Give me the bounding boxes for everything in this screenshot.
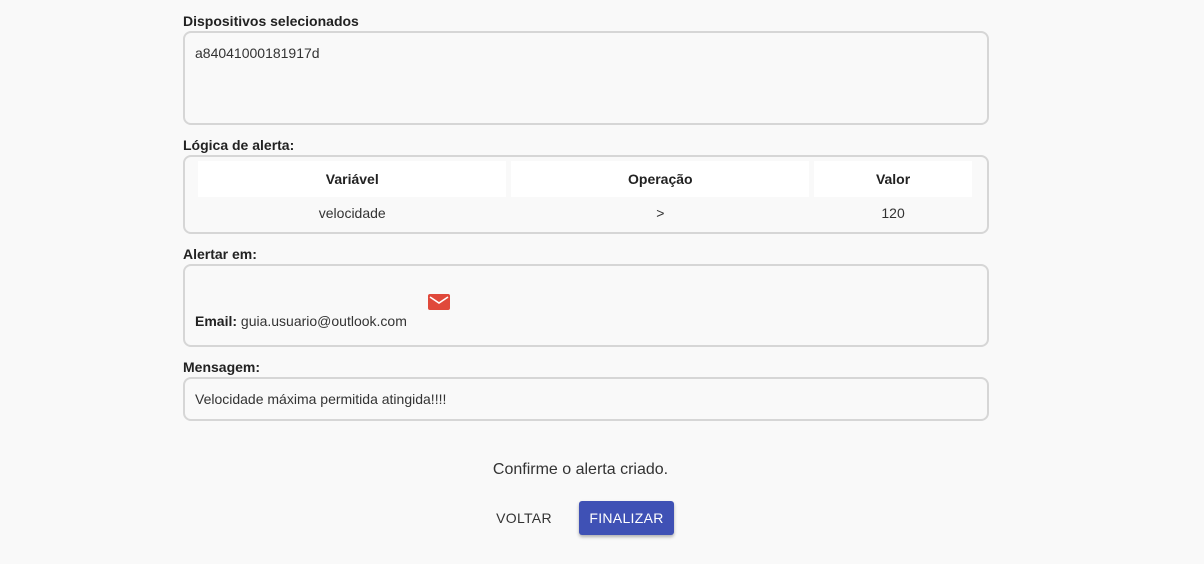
logic-box: Variável Operação Valor velocidade > 120	[183, 155, 989, 234]
col-header-value: Valor	[814, 161, 972, 197]
email-label: Email:	[195, 313, 238, 329]
alert-in-box: Email: guia.usuario@outlook.com	[183, 264, 989, 347]
cell-variable: velocidade	[318, 205, 386, 221]
table-row: velocidade > 120	[198, 197, 972, 229]
cell-operation: >	[656, 205, 665, 221]
email-icon	[428, 294, 450, 310]
devices-box: a84041000181917d	[183, 31, 989, 125]
email-line: Email: guia.usuario@outlook.com	[195, 313, 407, 329]
logic-header-row: Variável Operação Valor	[198, 161, 972, 197]
col-header-operation: Operação	[511, 161, 810, 197]
devices-label: Dispositivos selecionados	[183, 13, 359, 29]
confirm-text: Confirme o alerta criado.	[492, 461, 669, 478]
logic-label: Lógica de alerta:	[183, 137, 295, 153]
col-header-variable: Variável	[198, 161, 507, 197]
message-text: Velocidade máxima permitida atingida!!!!	[195, 391, 447, 407]
cell-value: 120	[881, 205, 905, 221]
email-value: guia.usuario@outlook.com	[240, 313, 407, 329]
alert-in-label: Alertar em:	[183, 246, 257, 262]
message-label: Mensagem:	[183, 359, 261, 375]
back-button[interactable]: VOLTAR	[487, 501, 561, 535]
finish-button[interactable]: FINALIZAR	[579, 501, 674, 535]
logic-table: Variável Operação Valor velocidade > 120	[193, 161, 977, 229]
message-box: Velocidade máxima permitida atingida!!!!	[183, 377, 989, 421]
device-id: a84041000181917d	[195, 45, 320, 61]
